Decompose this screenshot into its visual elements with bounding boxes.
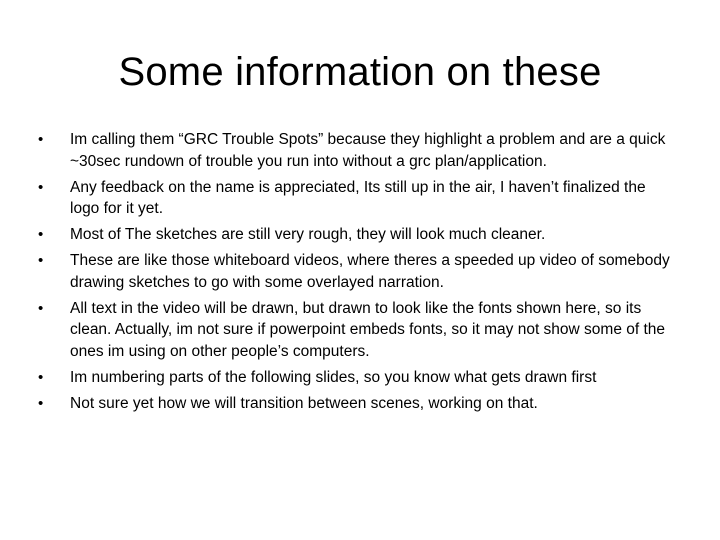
bullet-icon: • — [38, 131, 44, 148]
bullet-text: Not sure yet how we will transition betw… — [70, 394, 538, 412]
bullet-item: • Any feedback on the name is appreciate… — [38, 177, 678, 220]
bullet-icon: • — [38, 178, 44, 196]
bullet-text: Im calling them “GRC Trouble Spots” beca… — [70, 131, 666, 170]
bullet-text: These are like those whiteboard videos, … — [70, 252, 670, 291]
slide-title: Some information on these — [118, 50, 602, 94]
bullet-text: Im numbering parts of the following slid… — [70, 368, 597, 386]
slide: Some information on these • Im calling t… — [0, 0, 720, 540]
bullet-item: • Most of The sketches are still very ro… — [38, 224, 678, 246]
bullet-icon: • — [38, 368, 44, 386]
bullet-item: • Not sure yet how we will transition be… — [38, 393, 678, 415]
bullet-icon: • — [38, 252, 44, 269]
bullet-text: All text in the video will be drawn, but… — [70, 299, 666, 360]
bullet-item: • All text in the video will be drawn, b… — [38, 298, 678, 363]
bullet-list: • Im calling them “GRC Trouble Spots” be… — [38, 129, 678, 419]
bullet-icon: • — [38, 226, 44, 243]
bullet-item: • Im calling them “GRC Trouble Spots” be… — [38, 129, 678, 172]
bullet-text: Most of The sketches are still very roug… — [70, 226, 546, 243]
bullet-item: • Im numbering parts of the following sl… — [38, 367, 678, 389]
bullet-item: • These are like those whiteboard videos… — [38, 250, 678, 293]
bullet-icon: • — [38, 394, 44, 412]
bullet-icon: • — [38, 299, 44, 317]
bullet-text: Any feedback on the name is appreciated,… — [70, 178, 646, 218]
